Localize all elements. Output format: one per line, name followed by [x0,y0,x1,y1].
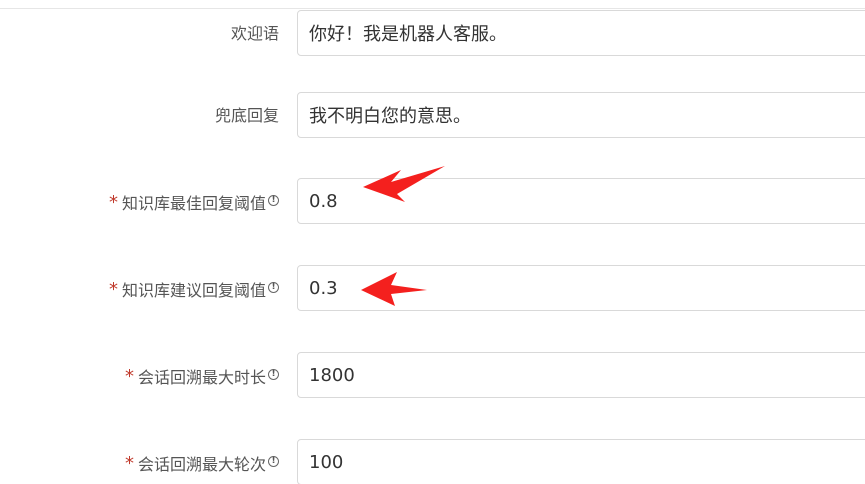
session-max-duration-input[interactable] [297,352,865,398]
label-text: 会话回溯最大时长 [137,368,266,387]
required-mark: * [124,366,134,387]
form-label-best-reply-threshold: * 知识库最佳回复阈值 ! [109,178,279,226]
fallback-reply-input[interactable] [297,92,865,138]
label-text: 知识库建议回复阈值 [121,281,266,300]
best-reply-threshold-input[interactable] [297,178,865,224]
label-text: 兜底回复 [214,106,279,125]
label-text: 会话回溯最大轮次 [137,455,266,474]
session-max-turns-input[interactable] [297,439,865,484]
form-label-welcome-message: 欢迎语 [231,20,279,68]
info-icon[interactable]: ! [268,194,279,206]
label-text: 知识库最佳回复阈值 [121,194,266,213]
form-label-session-max-turns: * 会话回溯最大轮次 ! [125,439,279,484]
required-mark: * [124,453,134,474]
info-icon[interactable]: ! [268,455,279,467]
form-row-best-reply-threshold: * 知识库最佳回复阈值 ! [0,178,865,226]
form-row-welcome-message: 欢迎语 [0,10,865,60]
required-mark: * [108,279,118,300]
top-divider [0,0,865,9]
form-row-session-max-duration: * 会话回溯最大时长 ! [0,352,865,400]
label-text: 欢迎语 [230,24,279,43]
suggested-reply-threshold-input[interactable] [297,265,865,311]
settings-form-page: 欢迎语 兜底回复 * 知识库最佳回复阈值 ! * 知识库建议回复阈值 ! * 会… [0,0,865,484]
form-row-fallback-reply: 兜底回复 [0,92,865,140]
form-row-suggested-reply-threshold: * 知识库建议回复阈值 ! [0,265,865,313]
welcome-message-input[interactable] [297,10,865,56]
info-icon[interactable]: ! [268,368,279,380]
info-icon[interactable]: ! [268,281,279,293]
form-label-session-max-duration: * 会话回溯最大时长 ! [125,352,279,400]
form-row-session-max-turns: * 会话回溯最大轮次 ! [0,439,865,484]
form-label-fallback-reply: 兜底回复 [215,90,279,138]
required-mark: * [108,192,118,213]
form-label-suggested-reply-threshold: * 知识库建议回复阈值 ! [109,265,279,313]
